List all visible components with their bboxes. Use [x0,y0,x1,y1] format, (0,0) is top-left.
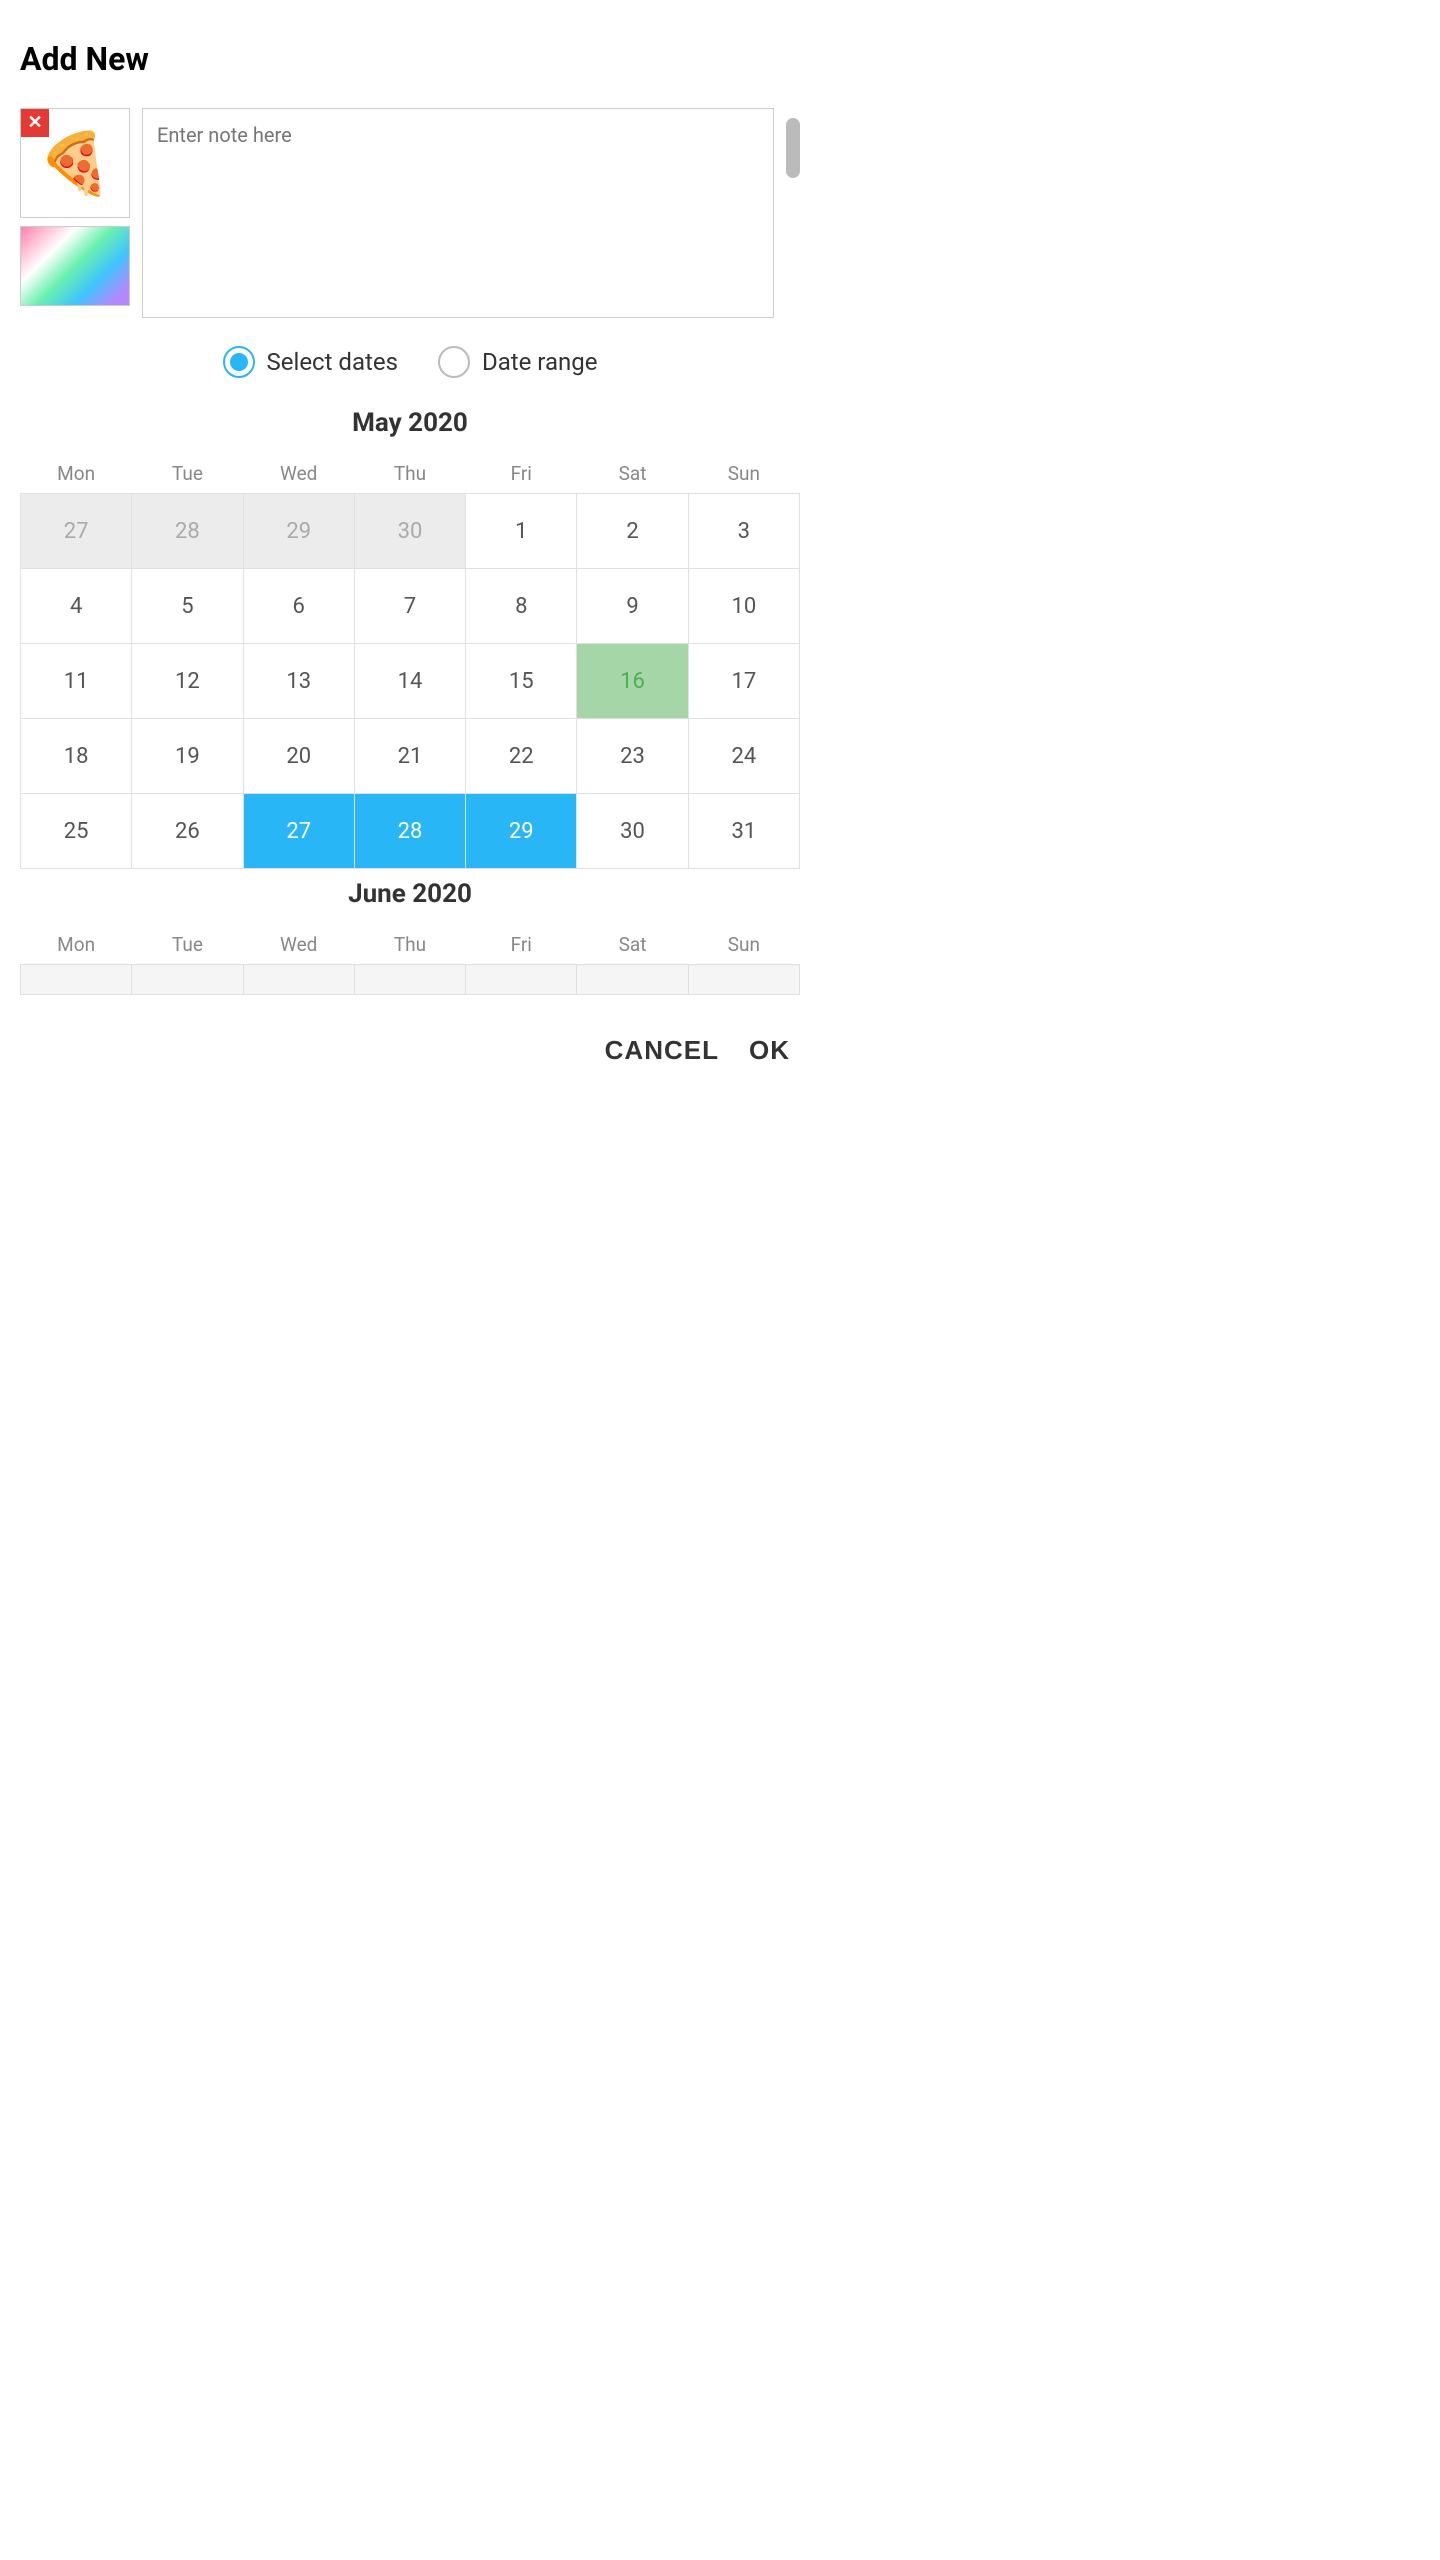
date-range-label: Date range [482,348,598,376]
june-weekday-tue: Tue [132,925,243,965]
may-row3-cell1[interactable]: 11 [21,644,132,719]
pizza-icon: 🍕 [38,128,113,199]
may-row5-cell5[interactable]: 29 [466,794,577,869]
cancel-button[interactable]: CANCEL [605,1035,719,1066]
may-row1-cell7[interactable]: 3 [688,494,799,569]
may-row5-cell4[interactable]: 28 [354,794,465,869]
weekday-sat: Sat [577,454,688,494]
may-row5-cell2[interactable]: 26 [132,794,243,869]
image-panel[interactable]: ✕ 🍕 [20,108,130,218]
may-row2-cell4[interactable]: 7 [354,569,465,644]
may-row5-cell3[interactable]: 27 [243,794,354,869]
close-badge[interactable]: ✕ [21,109,49,137]
may-row2-cell7[interactable]: 10 [688,569,799,644]
scrollbar-thumb[interactable] [786,118,800,178]
may-row3-cell3[interactable]: 13 [243,644,354,719]
may-row3-cell4[interactable]: 14 [354,644,465,719]
may-row2-cell6[interactable]: 9 [577,569,688,644]
select-dates-radio[interactable] [223,346,255,378]
note-input[interactable] [142,108,774,318]
bottom-buttons: CANCEL OK [20,1015,800,1076]
june-row1-sat[interactable] [577,965,688,995]
date-range-option[interactable]: Date range [438,346,598,378]
may-row4-cell1[interactable]: 18 [21,719,132,794]
weekday-sun: Sun [688,454,799,494]
may-2020-calendar: May 2020 Mon Tue Wed Thu Fri Sat Sun 272… [20,408,800,869]
ok-button[interactable]: OK [749,1035,790,1066]
may-row3-cell5[interactable]: 15 [466,644,577,719]
june-row1-sun[interactable] [688,965,799,995]
june-weekday-mon: Mon [21,925,132,965]
may-row1-cell1[interactable]: 27 [21,494,132,569]
june-2020-calendar: June 2020 Mon Tue Wed Thu Fri Sat Sun [20,879,800,995]
may-row1-cell5[interactable]: 1 [466,494,577,569]
may-row5-cell1[interactable]: 25 [21,794,132,869]
close-icon: ✕ [27,114,42,132]
june-row1-mon[interactable] [21,965,132,995]
may-row4-cell2[interactable]: 19 [132,719,243,794]
may-row4-cell7[interactable]: 24 [688,719,799,794]
june-weekday-wed: Wed [243,925,354,965]
may-row2-cell3[interactable]: 6 [243,569,354,644]
may-row1-cell4[interactable]: 30 [354,494,465,569]
may-row4-cell3[interactable]: 20 [243,719,354,794]
may-row3-cell7[interactable]: 17 [688,644,799,719]
left-panels: ✕ 🍕 [20,108,130,306]
select-dates-option[interactable]: Select dates [223,346,398,378]
may-calendar-grid: Mon Tue Wed Thu Fri Sat Sun 272829301234… [20,454,800,869]
weekday-mon: Mon [21,454,132,494]
radio-section: Select dates Date range [20,346,800,378]
june-weekday-sun: Sun [688,925,799,965]
may-row2-cell5[interactable]: 8 [466,569,577,644]
may-row1-cell3[interactable]: 29 [243,494,354,569]
may-row4-cell4[interactable]: 21 [354,719,465,794]
weekday-wed: Wed [243,454,354,494]
weekday-fri: Fri [466,454,577,494]
may-row4-cell6[interactable]: 23 [577,719,688,794]
may-row2-cell1[interactable]: 4 [21,569,132,644]
date-range-radio[interactable] [438,346,470,378]
june-title: June 2020 [20,879,800,909]
june-row1-wed[interactable] [243,965,354,995]
color-picker-panel[interactable] [20,226,130,306]
weekday-tue: Tue [132,454,243,494]
may-row3-cell6[interactable]: 16 [577,644,688,719]
may-row3-cell2[interactable]: 12 [132,644,243,719]
may-row5-cell7[interactable]: 31 [688,794,799,869]
may-row5-cell6[interactable]: 30 [577,794,688,869]
select-dates-label: Select dates [267,348,398,376]
june-calendar-grid: Mon Tue Wed Thu Fri Sat Sun [20,925,800,995]
june-weekday-fri: Fri [466,925,577,965]
may-row1-cell2[interactable]: 28 [132,494,243,569]
scrollbar[interactable] [786,108,800,178]
may-row4-cell5[interactable]: 22 [466,719,577,794]
weekday-thu: Thu [354,454,465,494]
page-title: Add New [20,40,800,78]
may-row1-cell6[interactable]: 2 [577,494,688,569]
june-weekday-thu: Thu [354,925,465,965]
june-weekday-sat: Sat [577,925,688,965]
may-row2-cell2[interactable]: 5 [132,569,243,644]
june-row1-tue[interactable] [132,965,243,995]
june-row1-thu[interactable] [354,965,465,995]
june-row1-fri[interactable] [466,965,577,995]
may-title: May 2020 [20,408,800,438]
